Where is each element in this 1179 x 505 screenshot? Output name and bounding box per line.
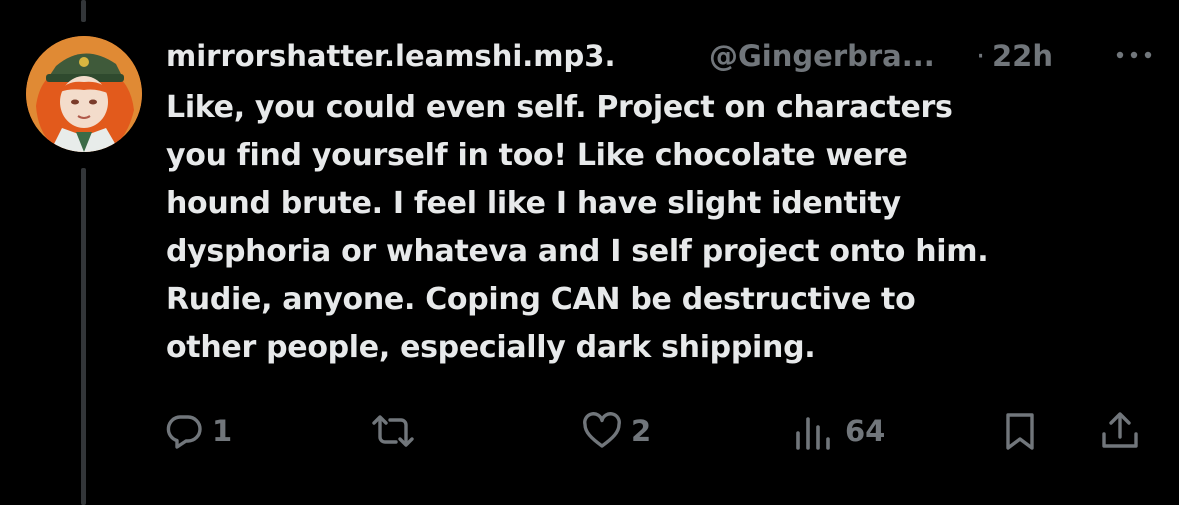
bookmark-icon [1000,410,1040,452]
user-handle[interactable]: @Gingerbra... [709,36,935,76]
repost-icon [370,411,416,451]
reply-icon [164,411,204,451]
separator-dot: · [976,39,986,73]
post-header: mirrorshatter.leamshi.mp3. @Gingerbra...… [166,36,1156,76]
post-text-line: Rudie, anyone. Coping CAN be destructive… [166,282,916,317]
post-text-line: dysphoria or whateva and I self project … [166,234,989,269]
repost-button[interactable] [370,408,424,454]
reply-count: 1 [212,414,233,448]
views-count: 64 [845,414,886,448]
post-text-line: other people, especially dark shipping. [166,330,816,365]
post-text: Like, you could even self. Project on ch… [166,84,1126,372]
thread-line-top [81,0,86,22]
bookmark-button[interactable] [1000,408,1040,454]
share-button[interactable] [1098,408,1142,454]
views-icon [793,411,837,451]
post-text-line: you find yourself in too! Like chocolate… [166,138,908,173]
heart-icon [581,411,623,451]
avatar[interactable] [26,36,142,152]
like-count: 2 [631,414,652,448]
post-text-line: hound brute. I feel like I have slight i… [166,186,901,221]
more-horizontal-icon[interactable] [1112,44,1156,66]
like-button[interactable]: 2 [581,408,651,454]
post-text-line: Like, you could even self. Project on ch… [166,90,953,125]
views-button[interactable]: 64 [793,408,885,454]
reply-button[interactable]: 1 [164,408,232,454]
thread-line-bottom [81,168,86,505]
display-name[interactable]: mirrorshatter.leamshi.mp3. [166,36,615,76]
share-icon [1098,410,1142,452]
post-time[interactable]: 22h [992,36,1053,76]
